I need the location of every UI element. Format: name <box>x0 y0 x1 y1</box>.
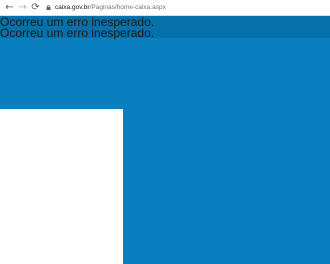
page-content: Ocorreu um erro inesperado. Ocorreu um e… <box>0 16 330 264</box>
blank-panel <box>0 109 123 264</box>
lock-icon[interactable] <box>46 5 51 10</box>
back-arrow-icon[interactable]: ← <box>4 2 15 13</box>
forward-arrow-icon[interactable]: → <box>17 2 28 13</box>
error-message-repeat: Ocorreu um erro inesperado. <box>0 26 155 40</box>
url-path: /Paginas/home-caixa.aspx <box>89 4 166 11</box>
url-domain: caixa.gov.br <box>55 4 90 11</box>
address-bar[interactable]: caixa.gov.br/Paginas/home-caixa.aspx <box>55 3 166 13</box>
browser-toolbar: ← → ⟳ caixa.gov.br/Paginas/home-caixa.as… <box>0 0 330 16</box>
reload-icon[interactable]: ⟳ <box>30 2 41 13</box>
